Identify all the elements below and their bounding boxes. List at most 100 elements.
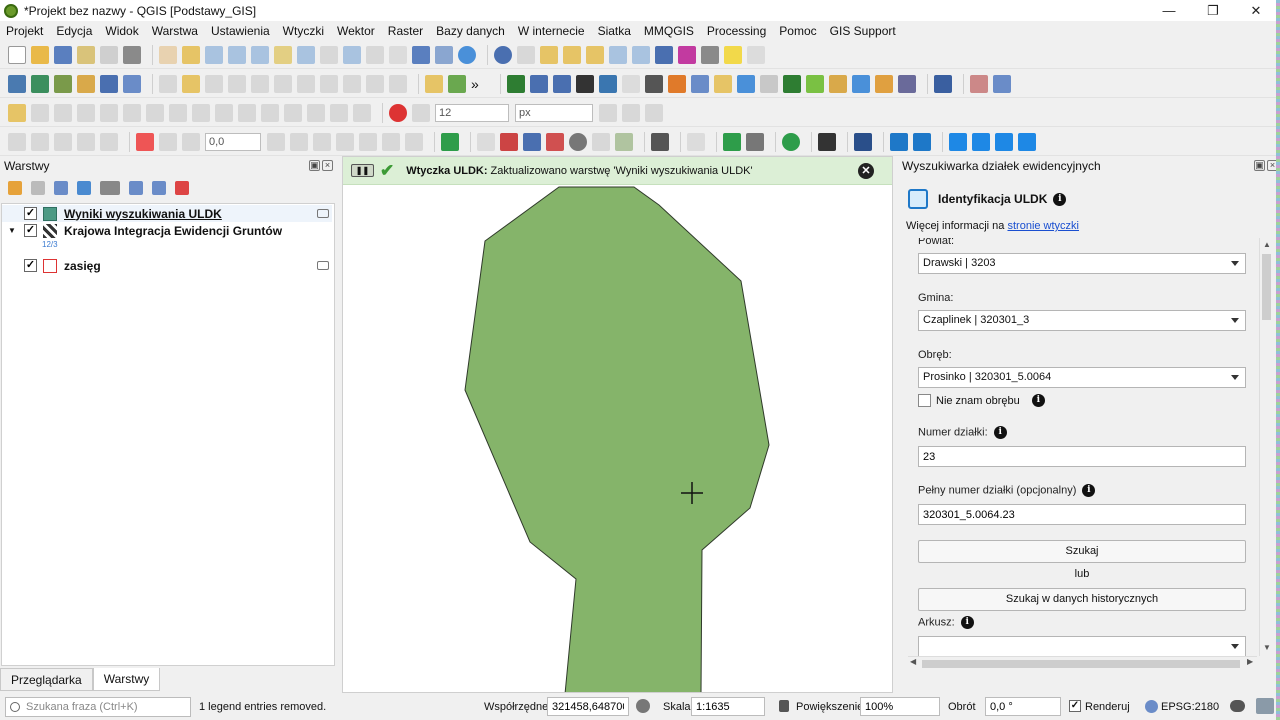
paste-features-icon[interactable] bbox=[343, 74, 361, 93]
attribute-table-icon[interactable] bbox=[609, 45, 627, 64]
add-ring-icon[interactable] bbox=[31, 103, 49, 122]
new-shapefile-icon[interactable] bbox=[77, 74, 95, 93]
float-panel-icon[interactable]: ▣ bbox=[309, 160, 320, 171]
float-panel-icon[interactable]: ▣ bbox=[1254, 160, 1265, 171]
street-view-icon[interactable] bbox=[576, 74, 594, 93]
gmina-combo[interactable]: Czaplinek | 320301_3 bbox=[918, 310, 1246, 331]
manage-themes-icon[interactable] bbox=[54, 181, 68, 195]
zoom-next-icon[interactable] bbox=[366, 45, 384, 64]
merge-features-icon[interactable] bbox=[261, 103, 279, 122]
plugin-icon-6[interactable] bbox=[737, 74, 755, 93]
expand-arrow-icon[interactable]: ▼ bbox=[8, 226, 18, 235]
search-history-button[interactable]: Szukaj w danych historycznych bbox=[918, 588, 1246, 611]
font-size-input[interactable] bbox=[435, 103, 509, 122]
globe-icon[interactable] bbox=[569, 132, 587, 151]
add-delimited-text-icon[interactable] bbox=[54, 74, 72, 93]
map-tool-icon-1[interactable] bbox=[500, 132, 518, 151]
zoom-input[interactable] bbox=[860, 697, 940, 716]
plugin-icon-8[interactable] bbox=[783, 74, 801, 93]
label-icon-9[interactable] bbox=[382, 132, 400, 151]
label-icon-5[interactable] bbox=[290, 132, 308, 151]
zoom-out-icon[interactable] bbox=[228, 45, 246, 64]
save-project-icon[interactable] bbox=[54, 45, 72, 64]
search-button[interactable]: Szukaj bbox=[918, 540, 1246, 563]
parcel-polygon[interactable] bbox=[464, 186, 770, 693]
plugin-icon-12[interactable] bbox=[875, 74, 893, 93]
python-console-icon[interactable] bbox=[599, 74, 617, 93]
reverse-line-icon[interactable] bbox=[330, 103, 348, 122]
new-map-view-icon[interactable] bbox=[389, 45, 407, 64]
delete-ring-icon[interactable] bbox=[100, 103, 118, 122]
menu-edycja[interactable]: Edycja bbox=[56, 24, 92, 38]
layer-item-kieg[interactable]: ▼ ✓ Krajowa Integracja Ewidencji Gruntów bbox=[2, 222, 332, 239]
label-icon-2[interactable] bbox=[159, 132, 177, 151]
hscroll-thumb[interactable] bbox=[922, 660, 1240, 668]
scroll-up-icon[interactable]: ▲ bbox=[1263, 240, 1271, 249]
plugin-page-link[interactable]: stronie wtyczki bbox=[1007, 220, 1079, 232]
topology-icon[interactable] bbox=[599, 103, 617, 122]
zoom-selection-icon[interactable] bbox=[274, 45, 292, 64]
pan-hand-icon[interactable] bbox=[159, 45, 177, 64]
arkusz-combo[interactable] bbox=[918, 636, 1246, 656]
close-message-icon[interactable]: ✕ bbox=[858, 163, 874, 179]
uldk-panel-icon[interactable] bbox=[890, 132, 908, 151]
close-panel-icon[interactable]: × bbox=[322, 160, 333, 171]
zoom-native-icon[interactable] bbox=[320, 45, 338, 64]
simplify-icon[interactable] bbox=[307, 103, 325, 122]
layer-indicator-icon[interactable] bbox=[317, 261, 329, 270]
plugin-icon-11[interactable] bbox=[852, 74, 870, 93]
render-checkbox[interactable]: ✓ bbox=[1069, 700, 1081, 712]
offset-curve-icon[interactable] bbox=[169, 103, 187, 122]
plugin-icon-5[interactable] bbox=[714, 74, 732, 93]
scroll-left-icon[interactable]: ◀ bbox=[910, 657, 916, 666]
minimize-button[interactable]: — bbox=[1146, 0, 1192, 21]
scroll-right-icon[interactable]: ▶ bbox=[1247, 657, 1253, 666]
merge-attributes-icon[interactable] bbox=[238, 103, 256, 122]
adv-digitize-icon-4[interactable] bbox=[77, 132, 95, 151]
label-icon-4[interactable] bbox=[267, 132, 285, 151]
menu-siatka[interactable]: Siatka bbox=[598, 24, 631, 38]
trash-icon[interactable] bbox=[651, 132, 669, 151]
filter-expression-icon[interactable] bbox=[100, 181, 120, 195]
statistics-sigma-icon[interactable] bbox=[678, 45, 696, 64]
scroll-thumb[interactable] bbox=[1262, 254, 1271, 320]
toolbox-icon[interactable] bbox=[655, 45, 673, 64]
reshape-icon[interactable] bbox=[146, 103, 164, 122]
plugin-icon-3[interactable] bbox=[668, 74, 686, 93]
rotate-feature-icon[interactable] bbox=[353, 103, 371, 122]
help-icon[interactable] bbox=[934, 74, 952, 93]
plugin-icon-13[interactable] bbox=[898, 74, 916, 93]
layer-visibility-checkbox[interactable]: ✓ bbox=[24, 259, 37, 272]
delete-part-icon[interactable] bbox=[123, 103, 141, 122]
font-unit-select[interactable] bbox=[515, 103, 593, 122]
layer-visibility-checkbox[interactable]: ✓ bbox=[24, 207, 37, 220]
menu-pomoc[interactable]: Pomoc bbox=[779, 24, 816, 38]
adv-digitize-icon-2[interactable] bbox=[31, 132, 49, 151]
print-layout-icon[interactable] bbox=[100, 45, 118, 64]
plugin-icon-15[interactable] bbox=[993, 74, 1011, 93]
bookmark-icon[interactable] bbox=[412, 45, 430, 64]
flag-icon[interactable] bbox=[818, 132, 836, 151]
add-feature-icon[interactable] bbox=[228, 74, 246, 93]
monitor-icon[interactable] bbox=[854, 132, 872, 151]
map-tool-icon-2[interactable] bbox=[523, 132, 541, 151]
expand-all-icon[interactable] bbox=[129, 181, 143, 195]
full-number-input[interactable] bbox=[918, 504, 1246, 525]
menu-gis-support[interactable]: GIS Support bbox=[830, 24, 896, 38]
more-tools-icon[interactable]: » bbox=[471, 75, 489, 93]
map-canvas[interactable]: ❚❚ ✔ Wtyczka ULDK: Zaktualizowano warstw… bbox=[342, 156, 893, 693]
info-icon[interactable]: i bbox=[1082, 484, 1096, 497]
wms-icon-4[interactable] bbox=[1018, 132, 1036, 151]
snap-type-icon[interactable] bbox=[412, 103, 430, 122]
ruler-icon[interactable] bbox=[746, 132, 764, 151]
pan-to-selection-icon[interactable] bbox=[182, 45, 200, 64]
wms-icon-1[interactable] bbox=[949, 132, 967, 151]
profile-icon[interactable] bbox=[687, 132, 705, 151]
intersection-icon[interactable] bbox=[622, 103, 640, 122]
wfs-search-icon[interactable] bbox=[553, 74, 571, 93]
plugin-icon-2[interactable] bbox=[645, 74, 663, 93]
identify-icon[interactable] bbox=[494, 45, 512, 64]
cut-features-icon[interactable] bbox=[297, 74, 315, 93]
horizontal-scrollbar[interactable]: ◀ ▶ bbox=[908, 656, 1257, 670]
add-group-icon[interactable] bbox=[31, 181, 45, 195]
